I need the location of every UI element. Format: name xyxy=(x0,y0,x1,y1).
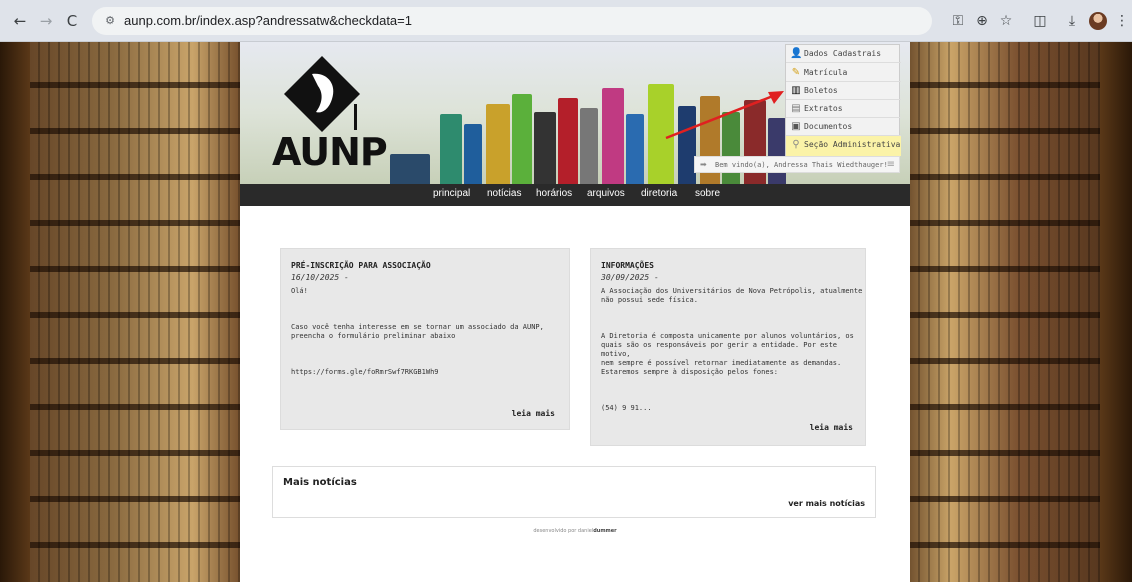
background-column-right xyxy=(1100,42,1132,582)
menu-item-label: Matrícula xyxy=(804,68,848,77)
footer-credit-author[interactable]: dummer xyxy=(593,528,616,534)
banner-book xyxy=(534,112,556,184)
menu-item-label: Extratos xyxy=(804,104,843,113)
banner-book xyxy=(440,114,462,184)
file-icon: ▣ xyxy=(791,121,801,132)
download-icon[interactable]: ⤓ xyxy=(1062,11,1082,31)
banner-book xyxy=(580,108,598,184)
more-news-box: Mais notícias ver mais notícias xyxy=(272,466,876,518)
url-text[interactable]: aunp.com.br/index.asp?andressatw&checkda… xyxy=(124,13,412,28)
forward-icon[interactable]: → xyxy=(36,11,56,31)
user-icon: 👤 xyxy=(790,48,803,59)
nav-noticias[interactable]: notícias xyxy=(487,188,521,199)
menu-item-label: Seção Administrativa xyxy=(804,140,901,149)
welcome-arrow-icon: ➡ xyxy=(700,160,707,169)
banner-book xyxy=(626,114,644,184)
key-icon[interactable]: ⚿ xyxy=(948,11,968,31)
admin-icon: ⚲ xyxy=(792,139,800,150)
profile-avatar[interactable] xyxy=(1089,12,1107,30)
card-date: 16/10/2025 - xyxy=(291,273,349,282)
user-dropdown-menu: 👤 Dados Cadastrais ✎ Matrícula ▥ Boletos… xyxy=(785,44,901,156)
nav-diretoria[interactable]: diretoria xyxy=(641,188,677,199)
site-navbar: principal notícias horários arquivos dir… xyxy=(240,184,910,206)
banner-book xyxy=(602,88,624,184)
address-bar[interactable]: ⚙ aunp.com.br/index.asp?andressatw&check… xyxy=(92,7,932,35)
site-logo-text[interactable]: AUNP xyxy=(272,130,388,174)
red-arrow-annotation xyxy=(665,91,784,140)
card-date: 30/09/2025 - xyxy=(601,273,659,282)
banner-book xyxy=(464,124,482,184)
barcode-icon: ▥ xyxy=(791,85,801,96)
menu-item-boletos[interactable]: ▥ Boletos xyxy=(786,82,901,100)
news-card: INFORMAÇÕES 30/09/2025 - A Associação do… xyxy=(590,248,866,446)
menu-item-secao-administrativa[interactable]: ⚲ Seção Administrativa xyxy=(786,136,901,156)
menu-item-dados-cadastrais[interactable]: 👤 Dados Cadastrais xyxy=(786,45,901,63)
menu-item-extratos[interactable]: ▤ Extratos xyxy=(786,100,901,118)
background-column-left xyxy=(0,42,30,582)
more-news-link[interactable]: ver mais notícias xyxy=(788,499,865,508)
read-more-link[interactable]: leia mais xyxy=(512,409,555,418)
star-icon[interactable]: ☆ xyxy=(996,11,1016,31)
zoom-icon[interactable]: ⊕ xyxy=(972,11,992,31)
reload-icon[interactable]: C xyxy=(62,11,82,31)
card-body: A Associação dos Universitários de Nova … xyxy=(601,287,863,412)
read-more-link[interactable]: leia mais xyxy=(810,423,853,432)
welcome-text: Bem vindo(a), Andressa Thais Wiedthauger… xyxy=(715,161,888,169)
nav-principal[interactable]: principal xyxy=(433,188,470,199)
back-icon[interactable]: ← xyxy=(10,11,30,31)
card-title[interactable]: PRÉ-INSCRIÇÃO PARA ASSOCIAÇÃO xyxy=(291,261,431,270)
news-card: PRÉ-INSCRIÇÃO PARA ASSOCIAÇÃO 16/10/2025… xyxy=(280,248,570,430)
menu-item-label: Documentos xyxy=(804,122,853,131)
welcome-bar: ➡ Bem vindo(a), Andressa Thais Wiedthaug… xyxy=(694,156,900,173)
banner-book xyxy=(390,154,430,184)
nav-arquivos[interactable]: arquivos xyxy=(587,188,625,199)
site-info-icon[interactable]: ⚙ xyxy=(102,13,118,29)
banner-book xyxy=(558,98,578,184)
footer-credit-prefix: desenvolvido por daniel xyxy=(533,528,594,534)
menu-icon[interactable]: ⋮ xyxy=(1112,11,1132,31)
pencil-icon: ✎ xyxy=(791,67,801,78)
menu-item-matricula[interactable]: ✎ Matrícula xyxy=(786,64,901,82)
menu-item-label: Dados Cadastrais xyxy=(804,49,882,58)
hamburger-icon[interactable]: ≡ xyxy=(887,159,895,170)
card-title[interactable]: INFORMAÇÕES xyxy=(601,261,654,270)
nav-sobre[interactable]: sobre xyxy=(695,188,720,199)
more-news-title: Mais notícias xyxy=(283,477,357,488)
footer-credit: desenvolvido por danieldummer xyxy=(240,528,910,534)
nav-horarios[interactable]: horários xyxy=(536,188,572,199)
banner-book xyxy=(486,104,510,184)
card-body: Olá! Caso você tenha interesse em se tor… xyxy=(291,287,544,376)
banner-book xyxy=(512,94,532,184)
extension-icon[interactable]: ◫ xyxy=(1030,11,1050,31)
menu-item-label: Boletos xyxy=(804,86,838,95)
browser-toolbar: ← → C ⚙ aunp.com.br/index.asp?andressatw… xyxy=(0,0,1132,42)
document-icon: ▤ xyxy=(791,103,801,114)
menu-item-documentos[interactable]: ▣ Documentos xyxy=(786,118,901,136)
aunp-logo-icon xyxy=(284,56,360,132)
